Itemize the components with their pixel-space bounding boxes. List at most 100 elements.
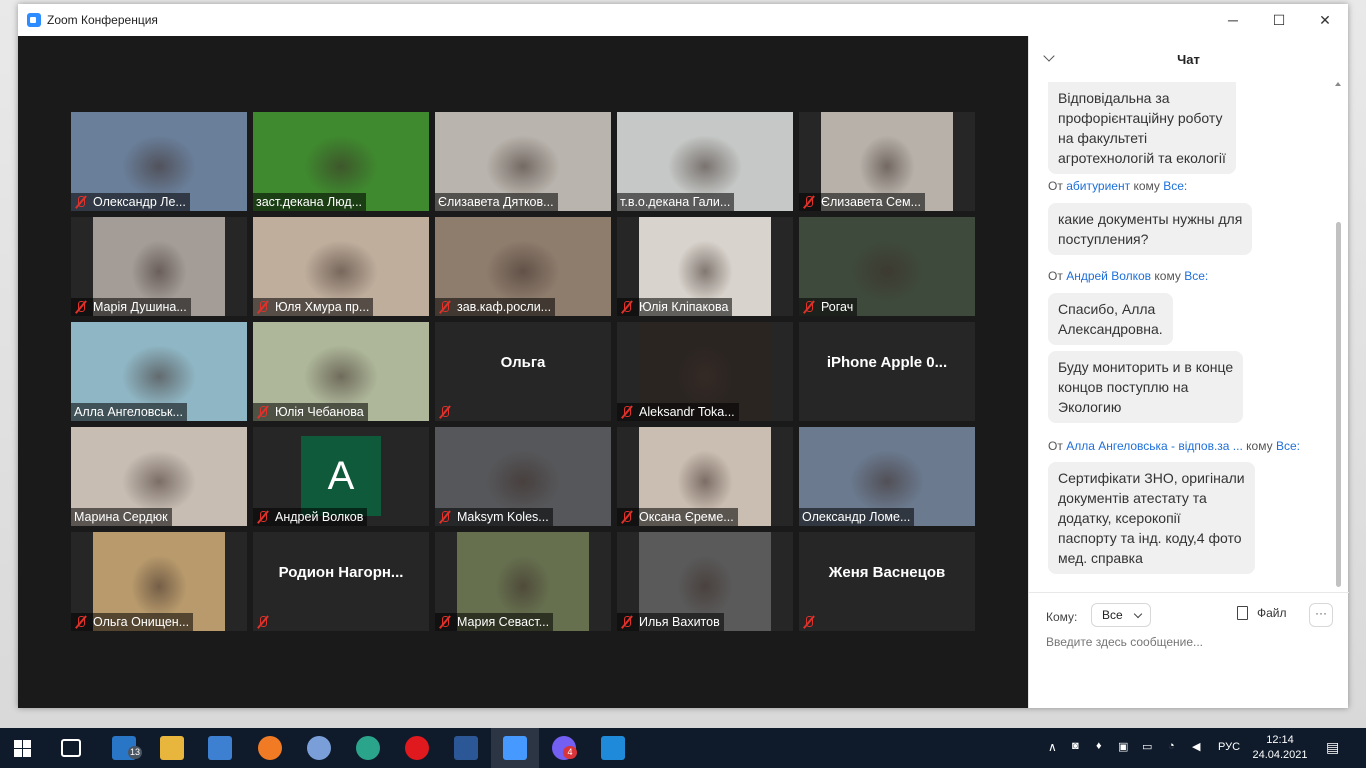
chat-message-bubble[interactable]: Спасибо, Алла Александровна.	[1048, 293, 1173, 345]
language-indicator[interactable]: РУС	[1218, 741, 1240, 753]
edge-icon[interactable]	[356, 736, 380, 760]
chat-panel: Чат Відповідальна за профорієнтаційну ро…	[1028, 36, 1349, 708]
mic-muted-icon	[802, 195, 816, 209]
camera-icon[interactable]: ◙	[1072, 740, 1079, 752]
minimize-button[interactable]: ─	[1210, 4, 1256, 36]
scroll-thumb[interactable]	[1336, 222, 1341, 587]
participant-name-bar: Марія Душина...	[71, 298, 191, 316]
participant-tile[interactable]: т.в.о.декана Гали...	[617, 112, 793, 211]
windows-start-icon[interactable]	[14, 740, 31, 757]
chat-message-list[interactable]: Відповідальна за профорієнтаційну роботу…	[1029, 82, 1337, 587]
participant-name-bar: Олександр Ле...	[71, 193, 190, 211]
mic-muted-icon	[620, 615, 634, 629]
chat-message-bubble[interactable]: какие документы нужны для поступления?	[1048, 203, 1253, 255]
message-recipient[interactable]: Все:	[1276, 439, 1300, 453]
message-to-label: кому	[1154, 269, 1181, 283]
participant-name-bar: Илья Вахитов	[617, 613, 724, 631]
mic-muted-icon	[256, 405, 270, 419]
participant-tile[interactable]: Олександр Ле...	[71, 112, 247, 211]
participant-tile[interactable]: Ольга	[435, 322, 611, 421]
participant-name: Aleksandr Toka...	[639, 405, 735, 419]
participant-avatar: A	[301, 436, 381, 516]
mic-muted-icon	[74, 615, 88, 629]
message-sender[interactable]: Алла Ангеловська - відпов.за ...	[1066, 439, 1243, 453]
security-icon[interactable]: ▣	[1118, 740, 1128, 753]
participant-tile[interactable]: Ольга Онищен...	[71, 532, 247, 631]
recipient-select[interactable]: Все	[1091, 603, 1151, 627]
chat-scrollbar[interactable]	[1334, 82, 1342, 592]
participant-tile[interactable]: Марія Душина...	[71, 217, 247, 316]
notifications-icon[interactable]: ▤	[1326, 739, 1339, 756]
participant-tile[interactable]: Єлизавета Сем...	[799, 112, 975, 211]
participant-name: Олександр Ломе...	[802, 510, 911, 524]
word-icon[interactable]	[454, 736, 478, 760]
media-player-icon[interactable]	[601, 736, 625, 760]
participant-name-bar: Aleksandr Toka...	[617, 403, 739, 421]
chat-composer: Кому: Все Файл ···	[1029, 592, 1349, 649]
participant-name-bar: Рогач	[799, 298, 858, 316]
participant-tile[interactable]: Maksym Koles...	[435, 427, 611, 526]
participant-name-bar: Андрей Волков	[253, 508, 368, 526]
participant-name-bar: Maksym Koles...	[435, 508, 553, 526]
task-view-icon[interactable]	[61, 739, 81, 757]
message-recipient[interactable]: Все:	[1184, 269, 1208, 283]
participant-tile[interactable]: заст.декана Люд...	[253, 112, 429, 211]
chat-message-bubble[interactable]: Сертифікати ЗНО, оригінали документів ат…	[1048, 462, 1255, 574]
file-explorer-icon[interactable]	[160, 736, 184, 760]
participant-name-bar: Мария Севаст...	[435, 613, 554, 631]
participant-name: Maksym Koles...	[457, 510, 549, 524]
participant-name: зав.каф.росли...	[457, 300, 552, 314]
participant-tile[interactable]: Женя Васнецов	[799, 532, 975, 631]
participant-tile[interactable]: Єлизавета Дятков...	[435, 112, 611, 211]
chat-message-bubble[interactable]: Буду мониторить и в конце концов поступл…	[1048, 351, 1244, 423]
participant-tile[interactable]: Марина Сердюк	[71, 427, 247, 526]
network-icon[interactable]: ◔	[1168, 740, 1175, 752]
clock-date: 24.04.2021	[1252, 749, 1308, 761]
opera-icon[interactable]	[405, 736, 429, 760]
store-icon[interactable]	[208, 736, 232, 760]
participant-tile[interactable]: Рогач	[799, 217, 975, 316]
participant-name: Марина Сердюк	[74, 510, 168, 524]
chrome-icon[interactable]	[307, 736, 331, 760]
microphone-icon[interactable]: ♦	[1096, 740, 1102, 752]
file-button[interactable]: Файл	[1237, 606, 1287, 620]
message-to-label: кому	[1246, 439, 1273, 453]
chevron-down-icon[interactable]	[1043, 50, 1055, 62]
participant-tile[interactable]: A Андрей Волков	[253, 427, 429, 526]
mic-muted-icon	[620, 405, 634, 419]
message-input[interactable]	[1046, 635, 1336, 649]
participant-name-bar: Марина Сердюк	[71, 508, 172, 526]
clock[interactable]: 12:14 24.04.2021	[1252, 733, 1308, 763]
scroll-up-arrow-icon[interactable]	[1335, 82, 1341, 86]
close-button[interactable]: ✕	[1302, 4, 1348, 36]
title-bar[interactable]: Zoom Конференция ─ ☐ ✕	[18, 4, 1348, 36]
maximize-button[interactable]: ☐	[1256, 4, 1302, 36]
participant-tile[interactable]: Олександр Ломе...	[799, 427, 975, 526]
participant-tile[interactable]: Юлія Кліпакова	[617, 217, 793, 316]
message-from-label: От	[1048, 179, 1063, 193]
message-recipient[interactable]: Все:	[1163, 179, 1187, 193]
message-sender[interactable]: Андрей Волков	[1066, 269, 1151, 283]
volume-icon[interactable]: ◀	[1192, 740, 1200, 753]
participant-name: т.в.о.декана Гали...	[620, 195, 731, 209]
participant-name-bar: Ольга Онищен...	[71, 613, 194, 631]
more-options-button[interactable]: ···	[1309, 603, 1333, 627]
chevron-up-icon[interactable]: ∧	[1048, 740, 1057, 754]
firefox-icon[interactable]	[258, 736, 282, 760]
battery-icon[interactable]: ▭	[1142, 740, 1152, 753]
message-sender[interactable]: абитуриент	[1066, 179, 1130, 193]
participant-tile[interactable]: Aleksandr Toka...	[617, 322, 793, 421]
participant-tile[interactable]: Илья Вахитов	[617, 532, 793, 631]
participant-name: Оксана Єреме...	[639, 510, 734, 524]
participant-tile[interactable]: Юлія Чебанова	[253, 322, 429, 421]
participant-tile[interactable]: зав.каф.росли...	[435, 217, 611, 316]
participant-tile[interactable]: Родион Нагорн...	[253, 532, 429, 631]
zoom-app-icon	[27, 13, 41, 27]
participant-tile[interactable]: Алла Ангеловськ...	[71, 322, 247, 421]
mail-badge: 13	[128, 746, 143, 759]
participant-tile[interactable]: iPhone Apple 0...	[799, 322, 975, 421]
participant-tile[interactable]: Мария Севаст...	[435, 532, 611, 631]
participant-tile[interactable]: Оксана Єреме...	[617, 427, 793, 526]
chat-message-bubble[interactable]: Відповідальна за профорієнтаційну роботу…	[1048, 82, 1236, 174]
participant-tile[interactable]: Юля Хмура пр...	[253, 217, 429, 316]
